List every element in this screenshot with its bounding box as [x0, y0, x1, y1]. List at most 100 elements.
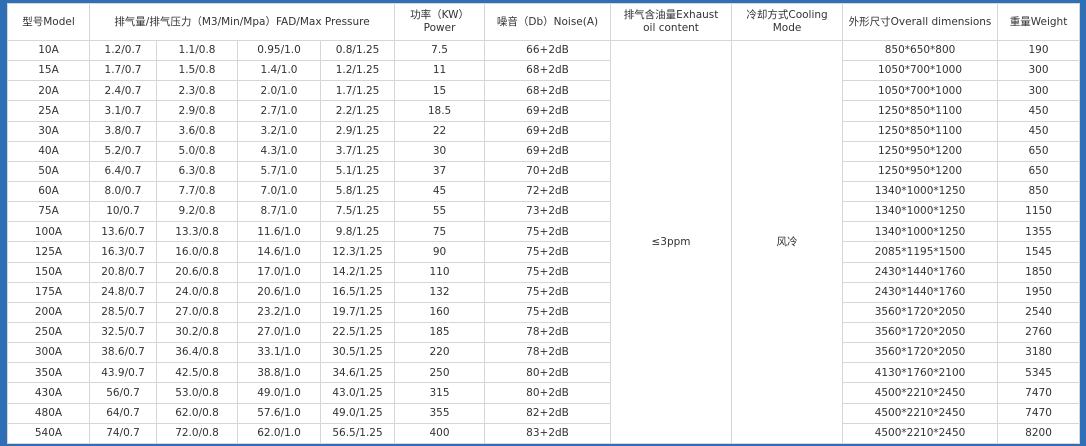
cell-model: 15A — [7, 60, 90, 82]
cell-dimensions: 4130*1760*2100 — [842, 362, 999, 384]
cell-weight: 5345 — [997, 362, 1081, 384]
header-power: 功率（KW） Power — [394, 3, 486, 41]
cell-power: 45 — [394, 180, 486, 203]
cell-noise: 69+2dB — [484, 100, 612, 122]
cell-fad-1-25mpa: 2.9/1.25 — [319, 120, 396, 142]
cell-fad-1-0mpa: 23.2/1.0 — [237, 301, 321, 323]
cell-fad-1-0mpa: 33.1/1.0 — [237, 342, 321, 364]
cell-fad-0-7mpa: 38.6/0.7 — [89, 342, 157, 364]
cell-weight: 650 — [997, 140, 1081, 162]
cell-fad-0-7mpa: 13.6/0.7 — [89, 221, 157, 243]
table-row: 350A 43.9/0.7 42.5/0.8 38.8/1.0 34.6/1.25 250… — [7, 362, 1081, 384]
cell-weight: 2540 — [997, 301, 1081, 323]
cell-fad-0-7mpa: 10/0.7 — [89, 201, 157, 223]
cell-fad-0-7mpa: 1.7/0.7 — [89, 60, 157, 82]
header-fad: 排气量/排气压力（M3/Min/Mpa）FAD/Max Pressure — [88, 3, 396, 41]
cell-model: 10A — [7, 39, 90, 62]
cell-fad-1-0mpa: 49.0/1.0 — [237, 382, 321, 404]
header-model: 型号Model — [7, 3, 90, 41]
cell-noise: 78+2dB — [484, 342, 612, 364]
cell-power: 90 — [394, 241, 486, 263]
cell-weight: 450 — [997, 100, 1081, 122]
cell-noise: 83+2dB — [484, 422, 612, 444]
cell-fad-0-7mpa: 3.8/0.7 — [89, 120, 157, 142]
table-row: 100A 13.6/0.7 13.3/0.8 11.6/1.0 9.8/1.25 75 75… — [7, 221, 1081, 243]
cell-power: 160 — [394, 301, 486, 323]
cell-dimensions: 1340*1000*1250 — [842, 201, 999, 223]
cell-fad-0-7mpa: 1.2/0.7 — [89, 39, 157, 62]
cell-weight: 2760 — [997, 321, 1081, 344]
header-weight: 重量Weight — [997, 3, 1081, 41]
cell-fad-0-8mpa: 16.0/0.8 — [156, 241, 238, 263]
table-row: 250A 32.5/0.7 30.2/0.8 27.0/1.0 22.5/1.25 185… — [7, 321, 1081, 344]
cell-fad-0-8mpa: 42.5/0.8 — [156, 362, 238, 384]
header-oil-content: 排气含油量Exhaust oil content — [610, 3, 733, 41]
cell-weight: 1850 — [997, 261, 1081, 283]
cell-noise: 69+2dB — [484, 140, 612, 162]
table-row: 60A 8.0/0.7 7.7/0.8 7.0/1.0 5.8/1.25 45 72+2dB… — [7, 180, 1081, 203]
cell-fad-1-25mpa: 34.6/1.25 — [319, 362, 396, 384]
cell-noise: 75+2dB — [484, 241, 612, 263]
cell-model: 430A — [7, 382, 90, 404]
header-oil-line1: 排气含油量Exhaust — [623, 9, 719, 22]
cell-power: 110 — [394, 261, 486, 283]
table-row: 75A 10/0.7 9.2/0.8 8.7/1.0 7.5/1.25 55 73+2dB 1… — [7, 201, 1081, 223]
cell-weight: 1355 — [997, 221, 1081, 243]
cell-model: 350A — [7, 362, 90, 384]
cell-fad-1-25mpa: 19.7/1.25 — [319, 301, 396, 323]
cell-weight: 650 — [997, 160, 1081, 182]
cell-power: 30 — [394, 140, 486, 162]
cell-power: 18.5 — [394, 100, 486, 122]
cell-fad-1-25mpa: 56.5/1.25 — [319, 422, 396, 444]
cell-weight: 3180 — [997, 342, 1081, 364]
cell-model: 480A — [7, 402, 90, 424]
cell-dimensions: 3560*1720*2050 — [842, 342, 999, 364]
cell-weight: 1545 — [997, 241, 1081, 263]
cell-noise: 75+2dB — [484, 221, 612, 243]
cell-noise: 69+2dB — [484, 120, 612, 142]
cell-noise: 80+2dB — [484, 362, 612, 384]
cell-power: 75 — [394, 221, 486, 243]
cell-power: 55 — [394, 201, 486, 223]
header-cooling-line2: Mode — [772, 22, 802, 34]
table-row: 25A 3.1/0.7 2.9/0.8 2.7/1.0 2.2/1.25 18.5 69+2… — [7, 100, 1081, 122]
cell-dimensions: 4500*2210*2450 — [842, 402, 999, 424]
cell-fad-1-0mpa: 20.6/1.0 — [237, 281, 321, 303]
cell-fad-0-8mpa: 20.6/0.8 — [156, 261, 238, 283]
cell-fad-0-8mpa: 72.0/0.8 — [156, 422, 238, 444]
compressor-spec-table: 型号Model 排气量/排气压力（M3/Min/Mpa）FAD/Max Pres… — [7, 3, 1081, 444]
header-cooling-line1: 冷却方式Cooling — [746, 9, 828, 22]
cell-fad-1-25mpa: 43.0/1.25 — [319, 382, 396, 404]
cell-fad-0-7mpa: 16.3/0.7 — [89, 241, 157, 263]
cell-weight: 850 — [997, 180, 1081, 203]
cell-fad-1-25mpa: 2.2/1.25 — [319, 100, 396, 122]
cell-noise: 75+2dB — [484, 281, 612, 303]
cell-model: 25A — [7, 100, 90, 122]
cell-power: 185 — [394, 321, 486, 344]
header-power-line1: 功率（KW） — [410, 9, 469, 22]
cell-fad-0-8mpa: 9.2/0.8 — [156, 201, 238, 223]
table-row: 200A 28.5/0.7 27.0/0.8 23.2/1.0 19.7/1.25 160… — [7, 301, 1081, 323]
cell-fad-1-0mpa: 2.7/1.0 — [237, 100, 321, 122]
cell-dimensions: 1340*1000*1250 — [842, 180, 999, 203]
cell-weight: 300 — [997, 80, 1081, 102]
cell-noise: 68+2dB — [484, 60, 612, 82]
cell-fad-1-0mpa: 1.4/1.0 — [237, 60, 321, 82]
cell-fad-0-8mpa: 24.0/0.8 — [156, 281, 238, 303]
cell-power: 250 — [394, 362, 486, 384]
cell-model: 125A — [7, 241, 90, 263]
cell-power: 132 — [394, 281, 486, 303]
cell-power: 37 — [394, 160, 486, 182]
cell-cooling-mode: 风冷 — [731, 40, 844, 444]
cell-power: 315 — [394, 382, 486, 404]
cell-power: 22 — [394, 120, 486, 142]
table-row: 150A 20.8/0.7 20.6/0.8 17.0/1.0 14.2/1.25 110… — [7, 261, 1081, 283]
cell-weight: 8200 — [997, 422, 1081, 444]
cell-weight: 450 — [997, 120, 1081, 142]
cell-model: 300A — [7, 342, 90, 364]
cell-fad-1-0mpa: 5.7/1.0 — [237, 160, 321, 182]
cell-fad-1-0mpa: 2.0/1.0 — [237, 80, 321, 102]
cell-fad-1-0mpa: 17.0/1.0 — [237, 261, 321, 283]
cell-fad-0-7mpa: 56/0.7 — [89, 382, 157, 404]
cell-noise: 80+2dB — [484, 382, 612, 404]
